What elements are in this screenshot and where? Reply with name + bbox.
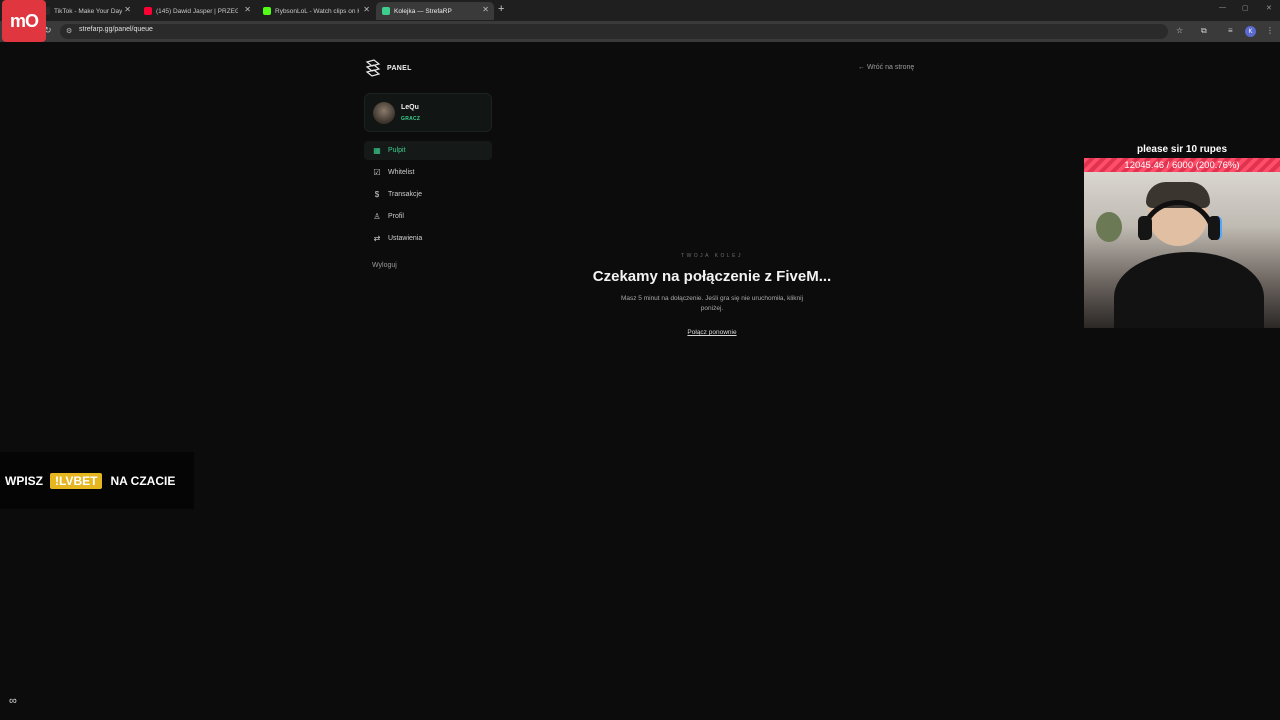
sponsor-banner: WPISZ !LVBET NA CZACIE — [0, 452, 194, 509]
profile-avatar[interactable]: K — [1245, 26, 1256, 37]
browser-tab-youtube[interactable]: (145) Dawid Jasper | PRZEGLĄD ✕ — [138, 2, 256, 20]
sidebar-item-label: Pulpit — [388, 147, 406, 154]
grid-icon: ▦ — [373, 146, 381, 155]
extensions-icon[interactable]: ⧉ — [1201, 26, 1207, 36]
address-bar[interactable] — [60, 24, 1168, 39]
tab-title: TikTok - Make Your Day — [54, 7, 123, 15]
logout-link[interactable]: Wyloguj — [372, 262, 397, 269]
sidebar-item-pulpit[interactable]: ▦ Pulpit — [364, 141, 492, 160]
url-text[interactable]: strefarp.gg/panel/queue — [79, 26, 153, 33]
banner-text: NA CZACIE — [110, 473, 176, 488]
minimize-icon[interactable]: — — [1219, 4, 1226, 11]
browser-tab-strefarp[interactable]: Kolejka — StrefaRP ✕ — [376, 2, 494, 20]
streamer-body — [1114, 252, 1264, 328]
queue-description: Masz 5 minut na dołączenie. Jeśli gra si… — [620, 295, 804, 312]
sidebar-item-whitelist[interactable]: ☑ Whitelist — [364, 163, 492, 182]
reconnect-button[interactable]: Połącz ponownie — [652, 329, 772, 336]
new-tab-plus-icon[interactable]: + — [498, 3, 504, 15]
headset-cup — [1208, 216, 1222, 240]
close-icon[interactable]: ✕ — [244, 5, 251, 14]
tab-title: RybsonLoL - Watch clips on Ki — [275, 7, 359, 15]
browser-tab-bar: TikTok - Make Your Day ✕ (145) Dawid Jas… — [0, 0, 1280, 21]
tab-title: (145) Dawid Jasper | PRZEGLĄD — [156, 7, 238, 15]
stream-logo-icon: mO — [2, 0, 46, 42]
menu-kebab-icon[interactable]: ⋮ — [1266, 26, 1274, 35]
donation-goal-progress: 12045.46 / 6000 (200.76%) — [1124, 159, 1240, 171]
user-name: LeQu — [401, 104, 419, 111]
promo-code-badge: !LVBET — [50, 472, 103, 489]
queue-kicker: TWOJA KOLEJ — [681, 253, 743, 259]
back-to-site-link[interactable]: ← Wróć na stronę — [858, 64, 914, 71]
sidebar-item-label: Ustawienia — [388, 235, 423, 242]
sliders-icon: ⇄ — [373, 234, 381, 243]
user-card: LeQu GRACZ — [364, 93, 492, 132]
browser-tab-kick[interactable]: RybsonLoL - Watch clips on Ki ✕ — [257, 2, 375, 20]
avatar — [373, 102, 395, 124]
browser-toolbar — [0, 21, 1280, 42]
youtube-favicon-icon — [144, 7, 152, 15]
browser-tab-tiktok[interactable]: TikTok - Make Your Day ✕ — [36, 2, 136, 20]
close-icon[interactable]: ✕ — [363, 5, 370, 14]
window-close-icon[interactable]: ✕ — [1266, 4, 1272, 12]
site-info-icon[interactable]: ⚙ — [66, 27, 72, 35]
webcam-feed — [1084, 172, 1280, 328]
sidebar-item-transakcje[interactable]: $ Transakcje — [364, 185, 492, 204]
close-icon[interactable]: ✕ — [124, 5, 131, 14]
strefarp-favicon-icon — [382, 7, 390, 15]
tab-title: Kolejka — StrefaRP — [394, 7, 452, 15]
sidebar-item-label: Profil — [388, 213, 404, 220]
brand-label: PANEL — [387, 64, 412, 72]
link-icon[interactable]: ∞ — [9, 695, 17, 707]
kick-favicon-icon — [263, 7, 271, 15]
user-role-badge: GRACZ — [401, 116, 421, 122]
screen: TikTok - Make Your Day ✕ (145) Dawid Jas… — [0, 0, 1280, 720]
page-title: Czekamy na połączenie z FiveM... — [592, 268, 832, 285]
maximize-icon[interactable]: ▢ — [1242, 4, 1249, 12]
headset-cup — [1138, 216, 1152, 240]
banner-text: WPISZ — [5, 473, 43, 488]
bookmark-star-icon[interactable]: ☆ — [1176, 26, 1183, 35]
donation-goal-bar: 12045.46 / 6000 (200.76%) — [1084, 158, 1280, 172]
sidebar-item-profil[interactable]: ♙ Profil — [364, 207, 492, 226]
strefarp-logo-icon — [365, 59, 381, 77]
sidebar-item-ustawienia[interactable]: ⇄ Ustawienia — [364, 229, 492, 248]
sidebar-item-label: Transakcje — [388, 191, 422, 198]
brand[interactable]: PANEL — [364, 59, 412, 77]
plant — [1096, 212, 1122, 242]
media-icon[interactable]: ≡ — [1228, 26, 1233, 35]
sidebar-item-label: Whitelist — [388, 169, 415, 176]
close-icon[interactable]: ✕ — [482, 5, 489, 14]
user-icon: ♙ — [373, 212, 381, 221]
donation-goal-title: please sir 10 rupes — [1136, 144, 1228, 155]
checkbox-icon: ☑ — [373, 168, 381, 177]
dollar-icon: $ — [374, 190, 380, 199]
sidebar-nav: ▦ Pulpit ☑ Whitelist $ Transakcje ♙ Prof… — [364, 141, 492, 251]
